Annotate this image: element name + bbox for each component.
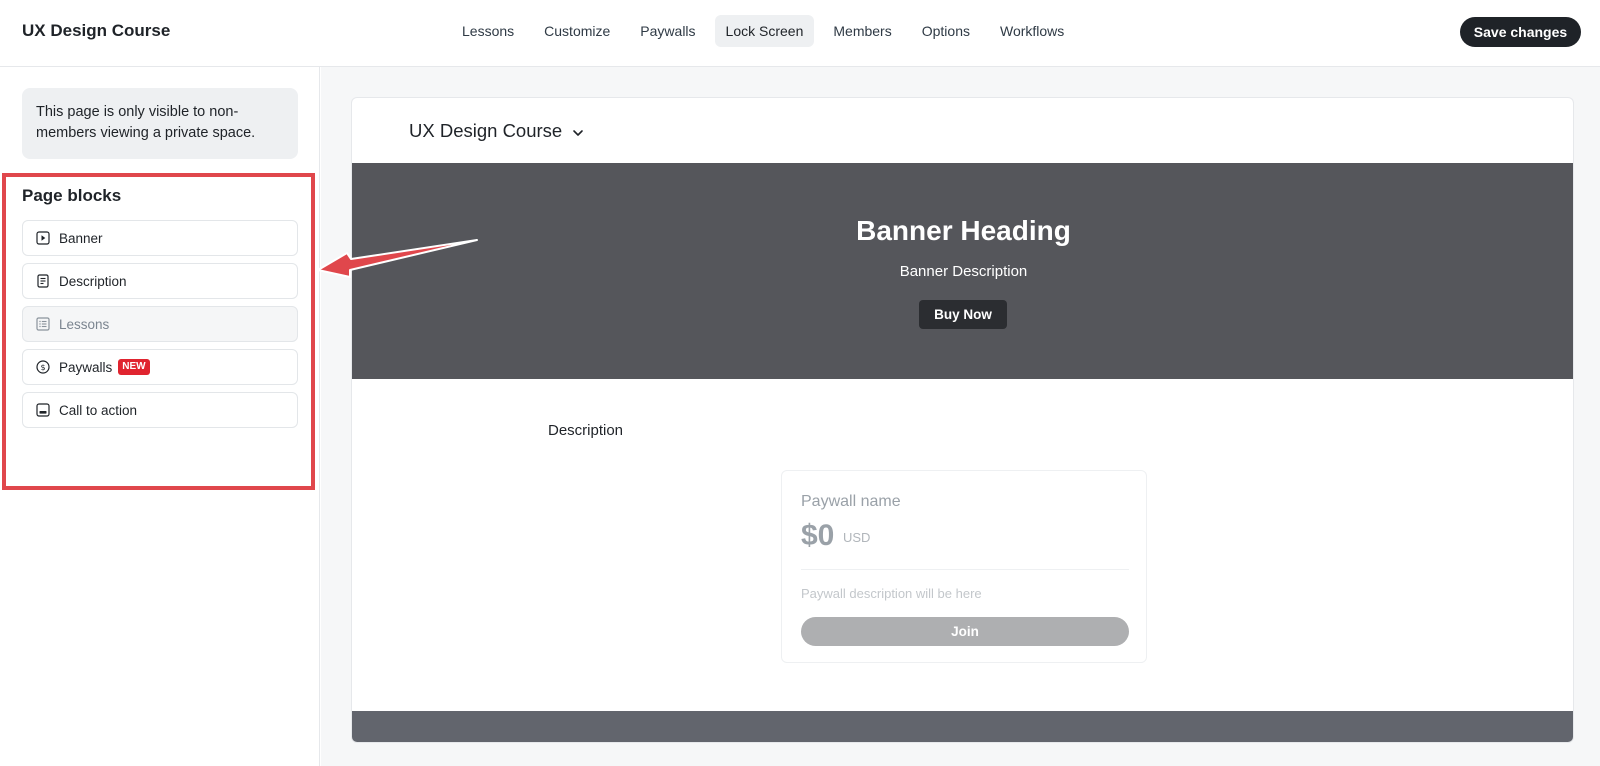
paywall-description: Paywall description will be here bbox=[801, 586, 982, 601]
block-item-label: Paywalls bbox=[59, 359, 113, 375]
tab-customize[interactable]: Customize bbox=[533, 15, 621, 47]
paywall-price: $0 bbox=[801, 519, 835, 552]
block-item-label: Lessons bbox=[59, 316, 110, 332]
main-nav: Lessons Customize Paywalls Lock Screen M… bbox=[451, 15, 1075, 47]
dollar-circle-icon: $ bbox=[36, 360, 50, 374]
course-selector[interactable]: UX Design Course bbox=[409, 120, 584, 142]
tab-workflows[interactable]: Workflows bbox=[989, 15, 1075, 47]
block-item-label: Call to action bbox=[59, 402, 138, 418]
call-to-action-block[interactable] bbox=[352, 711, 1573, 742]
banner-block[interactable]: Banner Heading Banner Description Buy No… bbox=[352, 163, 1573, 379]
paywall-card[interactable]: Paywall name $0 USD Paywall description … bbox=[781, 470, 1147, 663]
block-item-call-to-action[interactable]: Call to action bbox=[22, 392, 298, 428]
banner-heading: Banner Heading bbox=[856, 215, 1071, 246]
block-item-label: Banner bbox=[59, 230, 103, 246]
divider bbox=[801, 569, 1129, 570]
block-item-paywalls[interactable]: $ Paywalls NEW bbox=[22, 349, 298, 385]
block-item-banner[interactable]: Banner bbox=[22, 220, 298, 256]
block-item-description[interactable]: Description bbox=[22, 263, 298, 299]
new-badge: NEW bbox=[118, 359, 150, 375]
tab-lessons[interactable]: Lessons bbox=[451, 15, 525, 47]
save-changes-button[interactable]: Save changes bbox=[1460, 17, 1581, 47]
lock-screen-preview: UX Design Course Banner Heading Banner D… bbox=[351, 97, 1574, 743]
top-bar: UX Design Course Lessons Customize Paywa… bbox=[0, 0, 1600, 67]
paywall-currency: USD bbox=[843, 530, 871, 545]
course-name: UX Design Course bbox=[409, 120, 563, 141]
paywall-name: Paywall name bbox=[801, 493, 901, 510]
tab-lock-screen[interactable]: Lock Screen bbox=[714, 15, 815, 47]
block-item-lessons[interactable]: Lessons bbox=[22, 306, 298, 342]
sidebar: This page is only visible to non-members… bbox=[0, 67, 320, 766]
join-button[interactable]: Join bbox=[801, 617, 1129, 646]
document-icon bbox=[36, 274, 50, 288]
svg-text:$: $ bbox=[40, 363, 45, 372]
description-block[interactable]: Description bbox=[548, 422, 623, 439]
tab-members[interactable]: Members bbox=[822, 15, 902, 47]
visibility-notice: This page is only visible to non-members… bbox=[22, 88, 298, 159]
block-item-label: Description bbox=[59, 273, 127, 289]
list-icon bbox=[36, 317, 50, 331]
app-title: UX Design Course bbox=[22, 21, 171, 40]
buy-now-button[interactable]: Buy Now bbox=[919, 300, 1007, 329]
play-square-icon bbox=[36, 231, 50, 245]
cta-icon bbox=[36, 403, 50, 417]
tab-options[interactable]: Options bbox=[911, 15, 981, 47]
banner-description: Banner Description bbox=[899, 263, 1028, 280]
page-blocks-title: Page blocks bbox=[22, 186, 122, 205]
chevron-down-icon bbox=[572, 121, 584, 142]
tab-paywalls[interactable]: Paywalls bbox=[629, 15, 706, 47]
